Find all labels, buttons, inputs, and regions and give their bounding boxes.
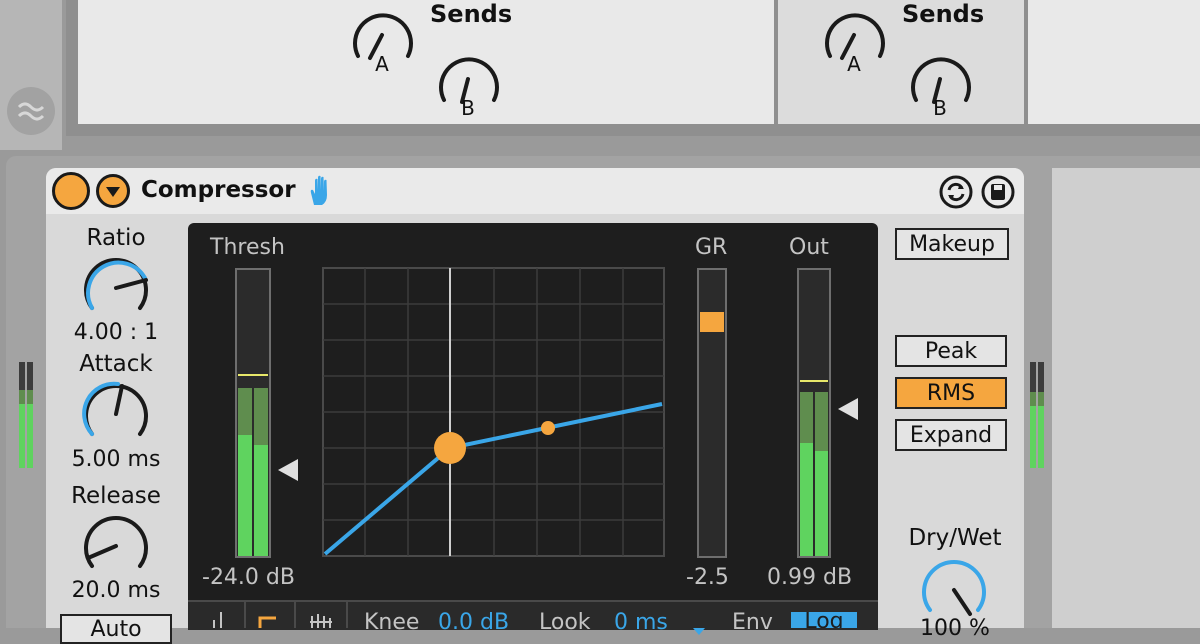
bottom-divider — [346, 602, 348, 628]
dry-wet-value[interactable]: 100 % — [895, 616, 1015, 641]
gain-reduction-meter — [697, 268, 727, 558]
release-label: Release — [71, 483, 161, 509]
send-a-label: A — [375, 52, 389, 76]
gr-label: GR — [695, 235, 728, 260]
dry-wet-knob[interactable] — [916, 552, 992, 622]
hot-swap-icon[interactable] — [938, 174, 974, 210]
expand-button[interactable]: Expand — [895, 419, 1007, 451]
sends-panel-2 — [778, 0, 1024, 124]
mixer-right-area — [1028, 0, 1200, 124]
send-b-label: B — [933, 96, 947, 120]
thresh-meter[interactable] — [235, 268, 271, 558]
attack-label: Attack — [79, 351, 153, 377]
out-value[interactable]: 0.99 dB — [767, 565, 852, 590]
send-a-label: A — [847, 52, 861, 76]
bottom-divider — [244, 602, 246, 628]
output-meter[interactable] — [797, 268, 831, 558]
curve-view-icon[interactable] — [256, 612, 280, 628]
chain-input-meter — [19, 362, 35, 468]
sends-title: Sends — [902, 0, 985, 28]
bottom-divider — [294, 602, 296, 628]
output-gain-handle[interactable] — [836, 396, 860, 422]
gr-value: -2.5 — [686, 565, 729, 590]
attack-value[interactable]: 5.00 ms — [56, 447, 176, 472]
chain-output-meter — [1030, 362, 1046, 468]
sidechain-toggle-icon[interactable] — [210, 612, 232, 628]
peak-button[interactable]: Peak — [895, 335, 1007, 367]
transfer-curve-graph[interactable] — [322, 267, 666, 557]
hand-icon[interactable] — [306, 175, 336, 207]
device-title: Compressor — [141, 177, 296, 203]
release-value[interactable]: 20.0 ms — [56, 578, 176, 603]
ratio-knob[interactable] — [78, 250, 154, 320]
sends-panel-1 — [78, 0, 774, 124]
knee-value[interactable]: 0.0 dB — [438, 610, 509, 635]
power-icon[interactable] — [52, 172, 90, 210]
out-label: Out — [789, 235, 829, 260]
eq-waveform-icon[interactable] — [7, 87, 55, 135]
sends-title: Sends — [430, 0, 513, 28]
send-b-label: B — [461, 96, 475, 120]
activity-view-icon[interactable] — [308, 612, 334, 628]
makeup-button[interactable]: Makeup — [895, 228, 1009, 260]
thresh-slider-handle[interactable] — [276, 457, 300, 483]
dropdown-arrow-icon[interactable] — [96, 174, 130, 208]
attack-knob[interactable] — [78, 376, 154, 446]
device-chain-right-area — [1052, 168, 1200, 628]
release-knob[interactable] — [78, 508, 154, 578]
ratio-label: Ratio — [86, 225, 146, 251]
ratio-value[interactable]: 4.00 : 1 — [56, 320, 176, 345]
rms-button[interactable]: RMS — [895, 377, 1007, 409]
lookahead-label: Look — [539, 610, 591, 635]
auto-release-button[interactable]: Auto — [60, 614, 172, 644]
env-label: Env — [732, 610, 773, 635]
log-label: Log — [804, 612, 844, 628]
lookahead-dropdown-icon[interactable] — [692, 620, 706, 635]
thresh-label: Thresh — [210, 235, 285, 260]
thresh-value[interactable]: -24.0 dB — [202, 565, 295, 590]
log-toggle-button[interactable]: Log — [791, 612, 857, 628]
lookahead-value[interactable]: 0 ms — [614, 610, 668, 635]
knee-label: Knee — [364, 610, 420, 635]
dry-wet-label: Dry/Wet — [908, 525, 1002, 551]
save-icon[interactable] — [980, 174, 1016, 210]
display-bottom-bar — [188, 600, 878, 630]
